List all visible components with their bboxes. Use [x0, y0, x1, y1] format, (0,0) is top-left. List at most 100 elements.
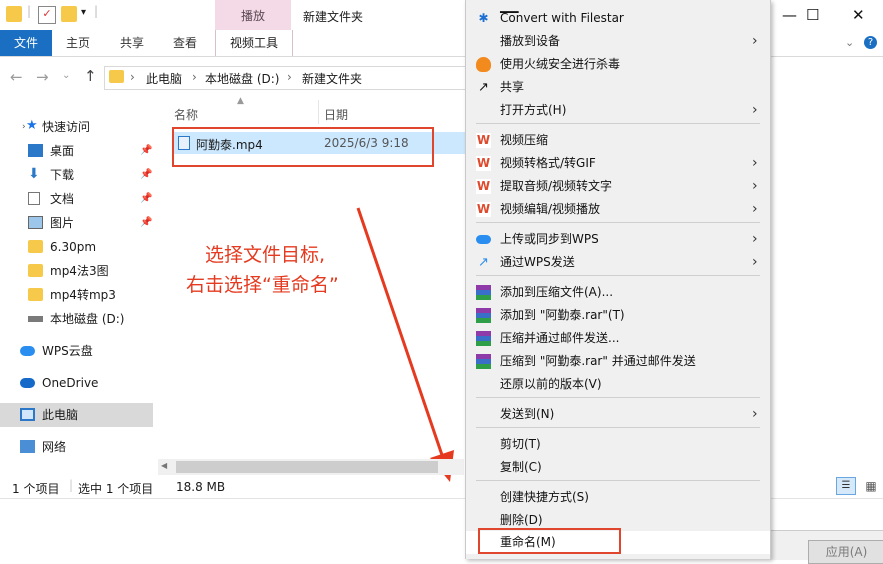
menu-item-video-edit[interactable]: W 视频编辑/视频播放 › — [466, 198, 770, 221]
pin-icon[interactable]: 📌 — [140, 211, 152, 235]
chevron-right-icon: › — [752, 406, 758, 422]
menu-item-compress-email[interactable]: 压缩并通过邮件发送... — [466, 327, 770, 350]
properties-icon[interactable]: ✓ — [38, 6, 56, 24]
sidebar-item-label: 文档 — [50, 192, 75, 206]
help-icon[interactable]: ? — [864, 36, 877, 49]
new-folder-icon[interactable] — [61, 6, 77, 22]
menu-item-label: 复制(C) — [500, 460, 542, 474]
column-header-name[interactable]: 名称 — [174, 106, 198, 123]
menu-item-cut[interactable]: 剪切(T) — [466, 433, 770, 456]
sort-ascending-icon: ▲ — [237, 96, 244, 106]
column-divider[interactable] — [318, 100, 319, 124]
sidebar-item-downloads[interactable]: ⬇ 下载 📌 — [0, 163, 153, 187]
onedrive-icon — [20, 378, 35, 388]
recent-locations-icon[interactable]: ⌄ — [62, 70, 70, 81]
tab-video-tools[interactable]: 视频工具 — [215, 30, 293, 56]
cloud-icon — [20, 346, 35, 356]
menu-item-send-wps[interactable]: ↗ 通过WPS发送 › — [466, 251, 770, 274]
sidebar-item-pictures[interactable]: 图片 📌 — [0, 211, 153, 235]
highlight-box-rename — [478, 528, 621, 554]
menu-item-label: 视频编辑/视频播放 — [500, 202, 601, 216]
menu-item-cast-to-device[interactable]: 播放到设备 › — [466, 30, 770, 53]
menu-item-add-archive[interactable]: 添加到压缩文件(A)... — [466, 281, 770, 304]
sidebar-item-folder-mp4-3[interactable]: mp4法3图 — [0, 259, 153, 283]
breadcrumb-drive-d[interactable]: 本地磁盘 (D:) — [205, 70, 279, 87]
pin-icon[interactable]: 📌 — [140, 187, 152, 211]
collapse-ribbon-icon[interactable]: ⌄ — [845, 36, 854, 49]
breadcrumb-this-pc[interactable]: 此电脑 — [146, 70, 182, 87]
pin-icon[interactable]: 📌 — [140, 139, 152, 163]
chevron-right-icon[interactable]: › — [130, 70, 135, 84]
scrollbar-thumb[interactable] — [176, 461, 438, 473]
annotation-line1: 选择文件目标, — [205, 244, 326, 266]
customize-toolbar-icon[interactable]: ▾ — [81, 7, 86, 18]
selected-count: 选中 1 个项目 — [78, 482, 154, 496]
tab-share[interactable]: 共享 — [120, 30, 144, 56]
apply-button[interactable]: 应用(A) — [808, 540, 883, 564]
menu-item-extract-audio[interactable]: W 提取音频/视频转文字 › — [466, 175, 770, 198]
menu-item-upload-wps[interactable]: 上传或同步到WPS › — [466, 228, 770, 251]
chevron-right-icon[interactable]: › — [287, 70, 292, 84]
back-icon[interactable]: ← — [10, 68, 23, 86]
minimize-button[interactable]: — — [782, 6, 797, 24]
large-icons-view-icon[interactable]: ▦ — [862, 477, 880, 495]
menu-item-label: 还原以前的版本(V) — [500, 377, 602, 391]
menu-item-send-to[interactable]: 发送到(N) › — [466, 403, 770, 426]
menu-item-label: 视频转格式/转GIF — [500, 156, 596, 170]
sidebar-item-label: mp4法3图 — [50, 264, 109, 278]
sidebar-item-documents[interactable]: 文档 📌 — [0, 187, 153, 211]
menu-item-create-shortcut[interactable]: 创建快捷方式(S) — [466, 486, 770, 509]
sidebar-item-folder-mp4-mp3[interactable]: mp4转mp3 — [0, 283, 153, 307]
sidebar-item-onedrive[interactable]: OneDrive — [0, 371, 153, 395]
picture-icon — [28, 216, 43, 229]
winrar-icon — [476, 331, 491, 346]
scroll-left-icon[interactable]: ◀ — [161, 461, 167, 470]
menu-item-convert-filestar[interactable]: ✱ Convert with Filestar — [466, 7, 770, 30]
share-icon: ↗ — [478, 80, 489, 95]
menu-item-video-convert[interactable]: W 视频转格式/转GIF › — [466, 152, 770, 175]
menu-item-label: 压缩到 "阿勤泰.rar" 并通过邮件发送 — [500, 354, 696, 368]
pin-icon[interactable]: 📌 — [140, 163, 152, 187]
menu-item-compress-rar-email[interactable]: 压缩到 "阿勤泰.rar" 并通过邮件发送 — [466, 350, 770, 373]
desktop-icon — [28, 144, 43, 157]
menu-item-huorong-scan[interactable]: 使用火绒安全进行杀毒 — [466, 53, 770, 76]
menu-separator — [476, 222, 760, 223]
sidebar-item-drive-d[interactable]: 本地磁盘 (D:) — [0, 307, 153, 331]
menu-item-label: 共享 — [500, 80, 525, 94]
menu-item-copy[interactable]: 复制(C) — [466, 456, 770, 479]
chevron-right-icon: › — [752, 178, 758, 194]
breadcrumb-new-folder[interactable]: 新建文件夹 — [302, 70, 362, 87]
sidebar-item-folder-630pm[interactable]: 6.30pm — [0, 235, 153, 259]
menu-item-open-with[interactable]: 打开方式(H) › — [466, 99, 770, 122]
menu-separator — [476, 427, 760, 428]
close-button[interactable]: ✕ — [852, 6, 865, 24]
menu-item-label: 压缩并通过邮件发送... — [500, 331, 620, 345]
sidebar-item-this-pc[interactable]: 此电脑 — [0, 403, 153, 427]
menu-item-restore-versions[interactable]: 还原以前的版本(V) — [466, 373, 770, 396]
details-view-icon[interactable]: ☰ — [836, 477, 856, 495]
menu-item-video-compress[interactable]: W 视频压缩 — [466, 129, 770, 152]
tab-home[interactable]: 主页 — [66, 30, 90, 56]
sidebar-item-label: 此电脑 — [42, 408, 79, 422]
sidebar-item-quick-access[interactable]: ★ 快速访问 — [0, 115, 153, 139]
annotation-line2: 右击选择“重命名” — [186, 274, 339, 296]
drive-icon — [28, 316, 43, 322]
forward-icon[interactable]: → — [36, 68, 49, 86]
tab-file[interactable]: 文件 — [0, 30, 52, 56]
sidebar-item-network[interactable]: 网络 — [0, 435, 153, 459]
menu-item-label: 视频压缩 — [500, 133, 549, 147]
sidebar-item-desktop[interactable]: 桌面 📌 — [0, 139, 153, 163]
pc-icon — [20, 408, 35, 421]
menu-item-label: 剪切(T) — [500, 437, 541, 451]
chevron-right-icon[interactable]: › — [192, 70, 197, 84]
tab-view[interactable]: 查看 — [173, 30, 197, 56]
menu-item-add-rar[interactable]: 添加到 "阿勤泰.rar"(T) — [466, 304, 770, 327]
menu-item-label: 提取音频/视频转文字 — [500, 179, 613, 193]
menu-item-share[interactable]: ↗ 共享 — [466, 76, 770, 99]
sidebar-item-label: 快速访问 — [42, 120, 91, 134]
up-icon[interactable]: ↑ — [84, 67, 97, 85]
maximize-button[interactable]: ☐ — [806, 6, 819, 24]
column-header-date[interactable]: 日期 — [324, 106, 348, 123]
menu-item-label: 添加到压缩文件(A)... — [500, 285, 614, 299]
sidebar-item-wps-cloud[interactable]: WPS云盘 — [0, 339, 153, 363]
